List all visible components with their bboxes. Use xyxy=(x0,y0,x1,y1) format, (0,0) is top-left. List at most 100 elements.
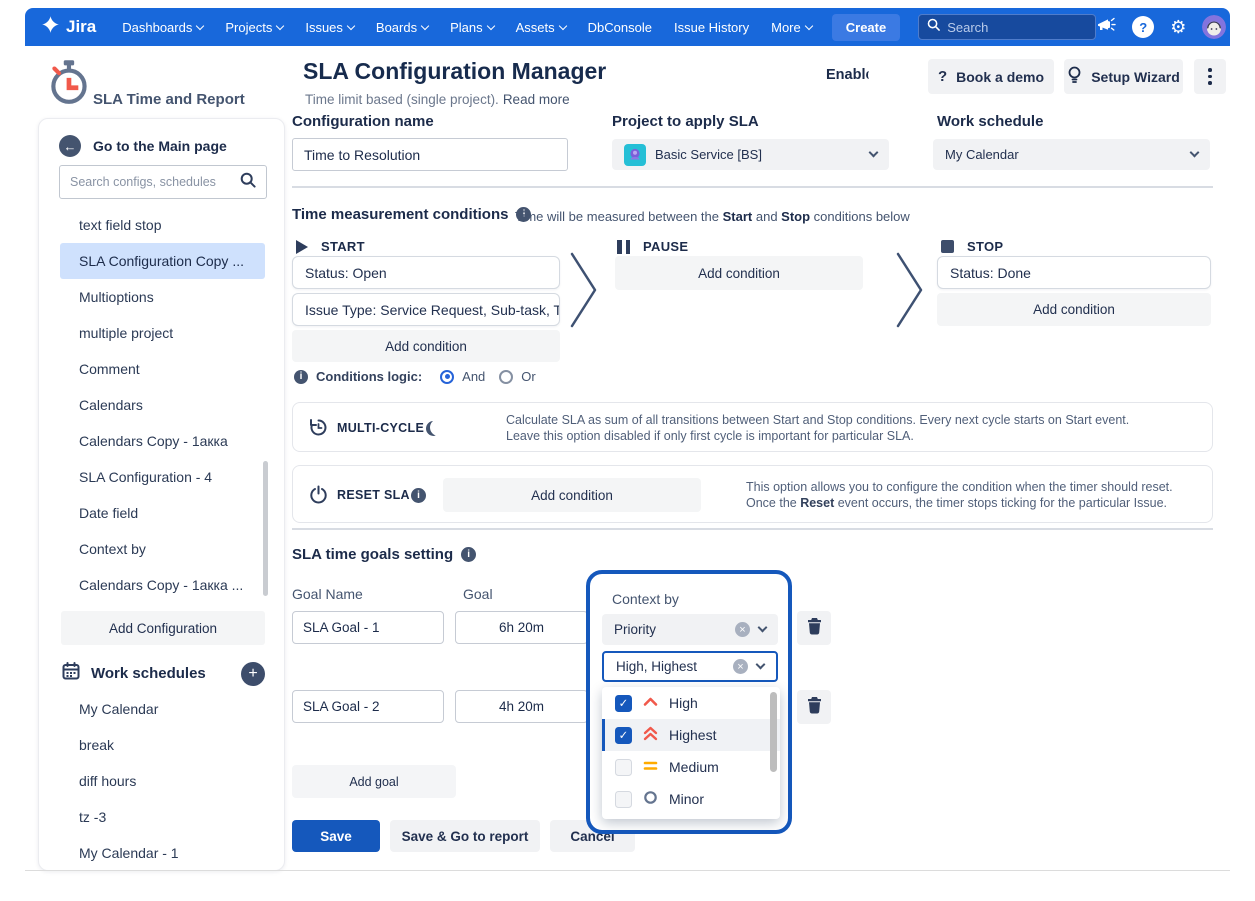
back-to-main[interactable]: Go to the Main page xyxy=(59,135,227,157)
nav-item-issues[interactable]: Issues xyxy=(305,20,354,35)
clear-icon[interactable] xyxy=(735,622,750,637)
stop-icon xyxy=(941,240,954,253)
config-item[interactable]: text field stop xyxy=(39,207,286,243)
config-list: text field stop SLA Configuration Copy .… xyxy=(39,207,286,603)
add-goal-button[interactable]: Add goal xyxy=(292,765,456,798)
delete-goal-button[interactable] xyxy=(797,690,831,724)
read-more-link[interactable]: Read more xyxy=(503,92,570,107)
checkbox-checked[interactable] xyxy=(615,695,632,712)
nav-item-assets[interactable]: Assets xyxy=(516,20,566,35)
nav-item-dashboards[interactable]: Dashboards xyxy=(122,20,203,35)
schedule-item[interactable]: tz -3 xyxy=(39,799,286,835)
config-item[interactable]: Calendars Copy - 1акка ... xyxy=(39,567,286,603)
schedule-item[interactable]: diff hours xyxy=(39,763,286,799)
more-actions-button[interactable] xyxy=(1194,59,1226,94)
goal-name-input[interactable] xyxy=(292,611,444,644)
stop-add-condition-button[interactable]: Add condition xyxy=(937,293,1211,326)
announcement-icon[interactable] xyxy=(1096,16,1116,39)
config-item[interactable]: Context by xyxy=(39,531,286,567)
config-item[interactable]: SLA Configuration - 4 xyxy=(39,459,286,495)
nav-item-plans[interactable]: Plans xyxy=(450,20,494,35)
add-schedule-button[interactable] xyxy=(241,662,265,686)
pause-add-condition-button[interactable]: Add condition xyxy=(615,256,863,290)
nav-item-boards[interactable]: Boards xyxy=(376,20,428,35)
info-icon[interactable] xyxy=(461,547,476,562)
schedule-select[interactable]: My Calendar xyxy=(933,139,1210,170)
save-button[interactable]: Save xyxy=(292,820,380,852)
create-button[interactable]: Create xyxy=(832,14,900,41)
start-condition[interactable]: Issue Type: Service Request, Sub-task, T… xyxy=(292,293,560,326)
book-demo-button[interactable]: ? Book a demo xyxy=(928,59,1054,94)
avatar[interactable] xyxy=(1202,15,1226,39)
search-input[interactable] xyxy=(947,20,1087,35)
config-item[interactable]: Calendars xyxy=(39,387,286,423)
goal-value-input[interactable] xyxy=(455,611,588,644)
start-condition[interactable]: Status: Open xyxy=(292,256,560,289)
config-item-selected[interactable]: SLA Configuration Copy ... xyxy=(60,243,265,279)
divider xyxy=(292,528,1213,530)
sidebar-search[interactable] xyxy=(59,165,267,199)
context-values-select[interactable]: High, Highest xyxy=(602,651,778,682)
back-arrow-icon xyxy=(59,135,81,157)
context-field-select[interactable]: Priority xyxy=(602,614,778,645)
page-title: SLA Configuration Manager xyxy=(303,58,606,85)
add-configuration-button[interactable]: Add Configuration xyxy=(61,611,265,645)
chevron-down-icon xyxy=(276,21,284,29)
schedule-item[interactable]: My Calendar - 1 xyxy=(39,835,286,871)
nav-item-projects[interactable]: Projects xyxy=(225,20,283,35)
context-options-dropdown: High Highest Medium Minor xyxy=(602,687,780,819)
sidebar-search-input[interactable] xyxy=(70,175,230,189)
toggle-knob xyxy=(868,66,886,84)
nav-item-more[interactable]: More xyxy=(771,20,812,35)
sidebar: Go to the Main page text field stop SLA … xyxy=(38,118,285,871)
project-select[interactable]: Basic Service [BS] xyxy=(612,139,889,170)
jira-logo[interactable]: Jira xyxy=(41,15,96,39)
trash-icon xyxy=(806,696,823,719)
goal-value-input[interactable] xyxy=(455,690,588,723)
config-item[interactable]: multiple project xyxy=(39,315,286,351)
checkbox-unchecked[interactable] xyxy=(615,759,632,776)
chevron-down-icon xyxy=(869,148,879,158)
toggle-knob xyxy=(430,419,447,436)
work-schedules-title: Work schedules xyxy=(91,665,206,682)
info-icon[interactable] xyxy=(411,488,426,503)
config-name-input[interactable] xyxy=(292,138,568,171)
stop-condition[interactable]: Status: Done xyxy=(937,256,1211,289)
jira-logo-icon xyxy=(41,15,60,39)
nav-item-issue-history[interactable]: Issue History xyxy=(674,20,749,35)
reset-add-condition-button[interactable]: Add condition xyxy=(443,478,701,512)
logic-or-radio[interactable] xyxy=(499,370,513,384)
info-icon[interactable] xyxy=(294,370,308,384)
option-high[interactable]: High xyxy=(602,687,780,719)
schedule-item[interactable]: break xyxy=(39,727,286,763)
delete-goal-button[interactable] xyxy=(797,611,831,645)
start-add-condition-button[interactable]: Add condition xyxy=(292,330,560,362)
sidebar-scrollbar[interactable] xyxy=(263,461,268,596)
help-icon[interactable]: ? xyxy=(1132,16,1154,38)
checkbox-unchecked[interactable] xyxy=(615,791,632,808)
logic-and-radio[interactable] xyxy=(440,370,454,384)
clear-icon[interactable] xyxy=(733,659,748,674)
config-item[interactable]: Calendars Copy - 1акка xyxy=(39,423,286,459)
config-item[interactable]: Date field xyxy=(39,495,286,531)
app-logo: SLA Time and Report xyxy=(45,55,245,112)
option-highest[interactable]: Highest xyxy=(602,719,780,751)
dropdown-scrollbar[interactable] xyxy=(770,692,777,772)
config-item[interactable]: Multioptions xyxy=(39,279,286,315)
search-icon xyxy=(240,172,256,193)
goal-name-input[interactable] xyxy=(292,690,444,723)
nav-item-dbconsole[interactable]: DbConsole xyxy=(588,20,652,35)
multi-cycle-label: MULTI-CYCLE xyxy=(337,421,424,435)
option-minor[interactable]: Minor xyxy=(602,783,780,815)
setup-wizard-button[interactable]: Setup Wizard xyxy=(1064,59,1183,94)
option-medium[interactable]: Medium xyxy=(602,751,780,783)
settings-icon[interactable] xyxy=(1170,17,1186,38)
chevron-down-icon xyxy=(1190,148,1200,158)
schedule-item[interactable]: My Calendar xyxy=(39,691,286,727)
save-go-report-button[interactable]: Save & Go to report xyxy=(390,820,540,852)
checkbox-checked[interactable] xyxy=(615,727,632,744)
navbar-search[interactable] xyxy=(918,14,1096,40)
page-subtitle: Time limit based (single project).Read m… xyxy=(305,92,570,107)
stopwatch-icon xyxy=(45,55,95,112)
config-item[interactable]: Comment xyxy=(39,351,286,387)
